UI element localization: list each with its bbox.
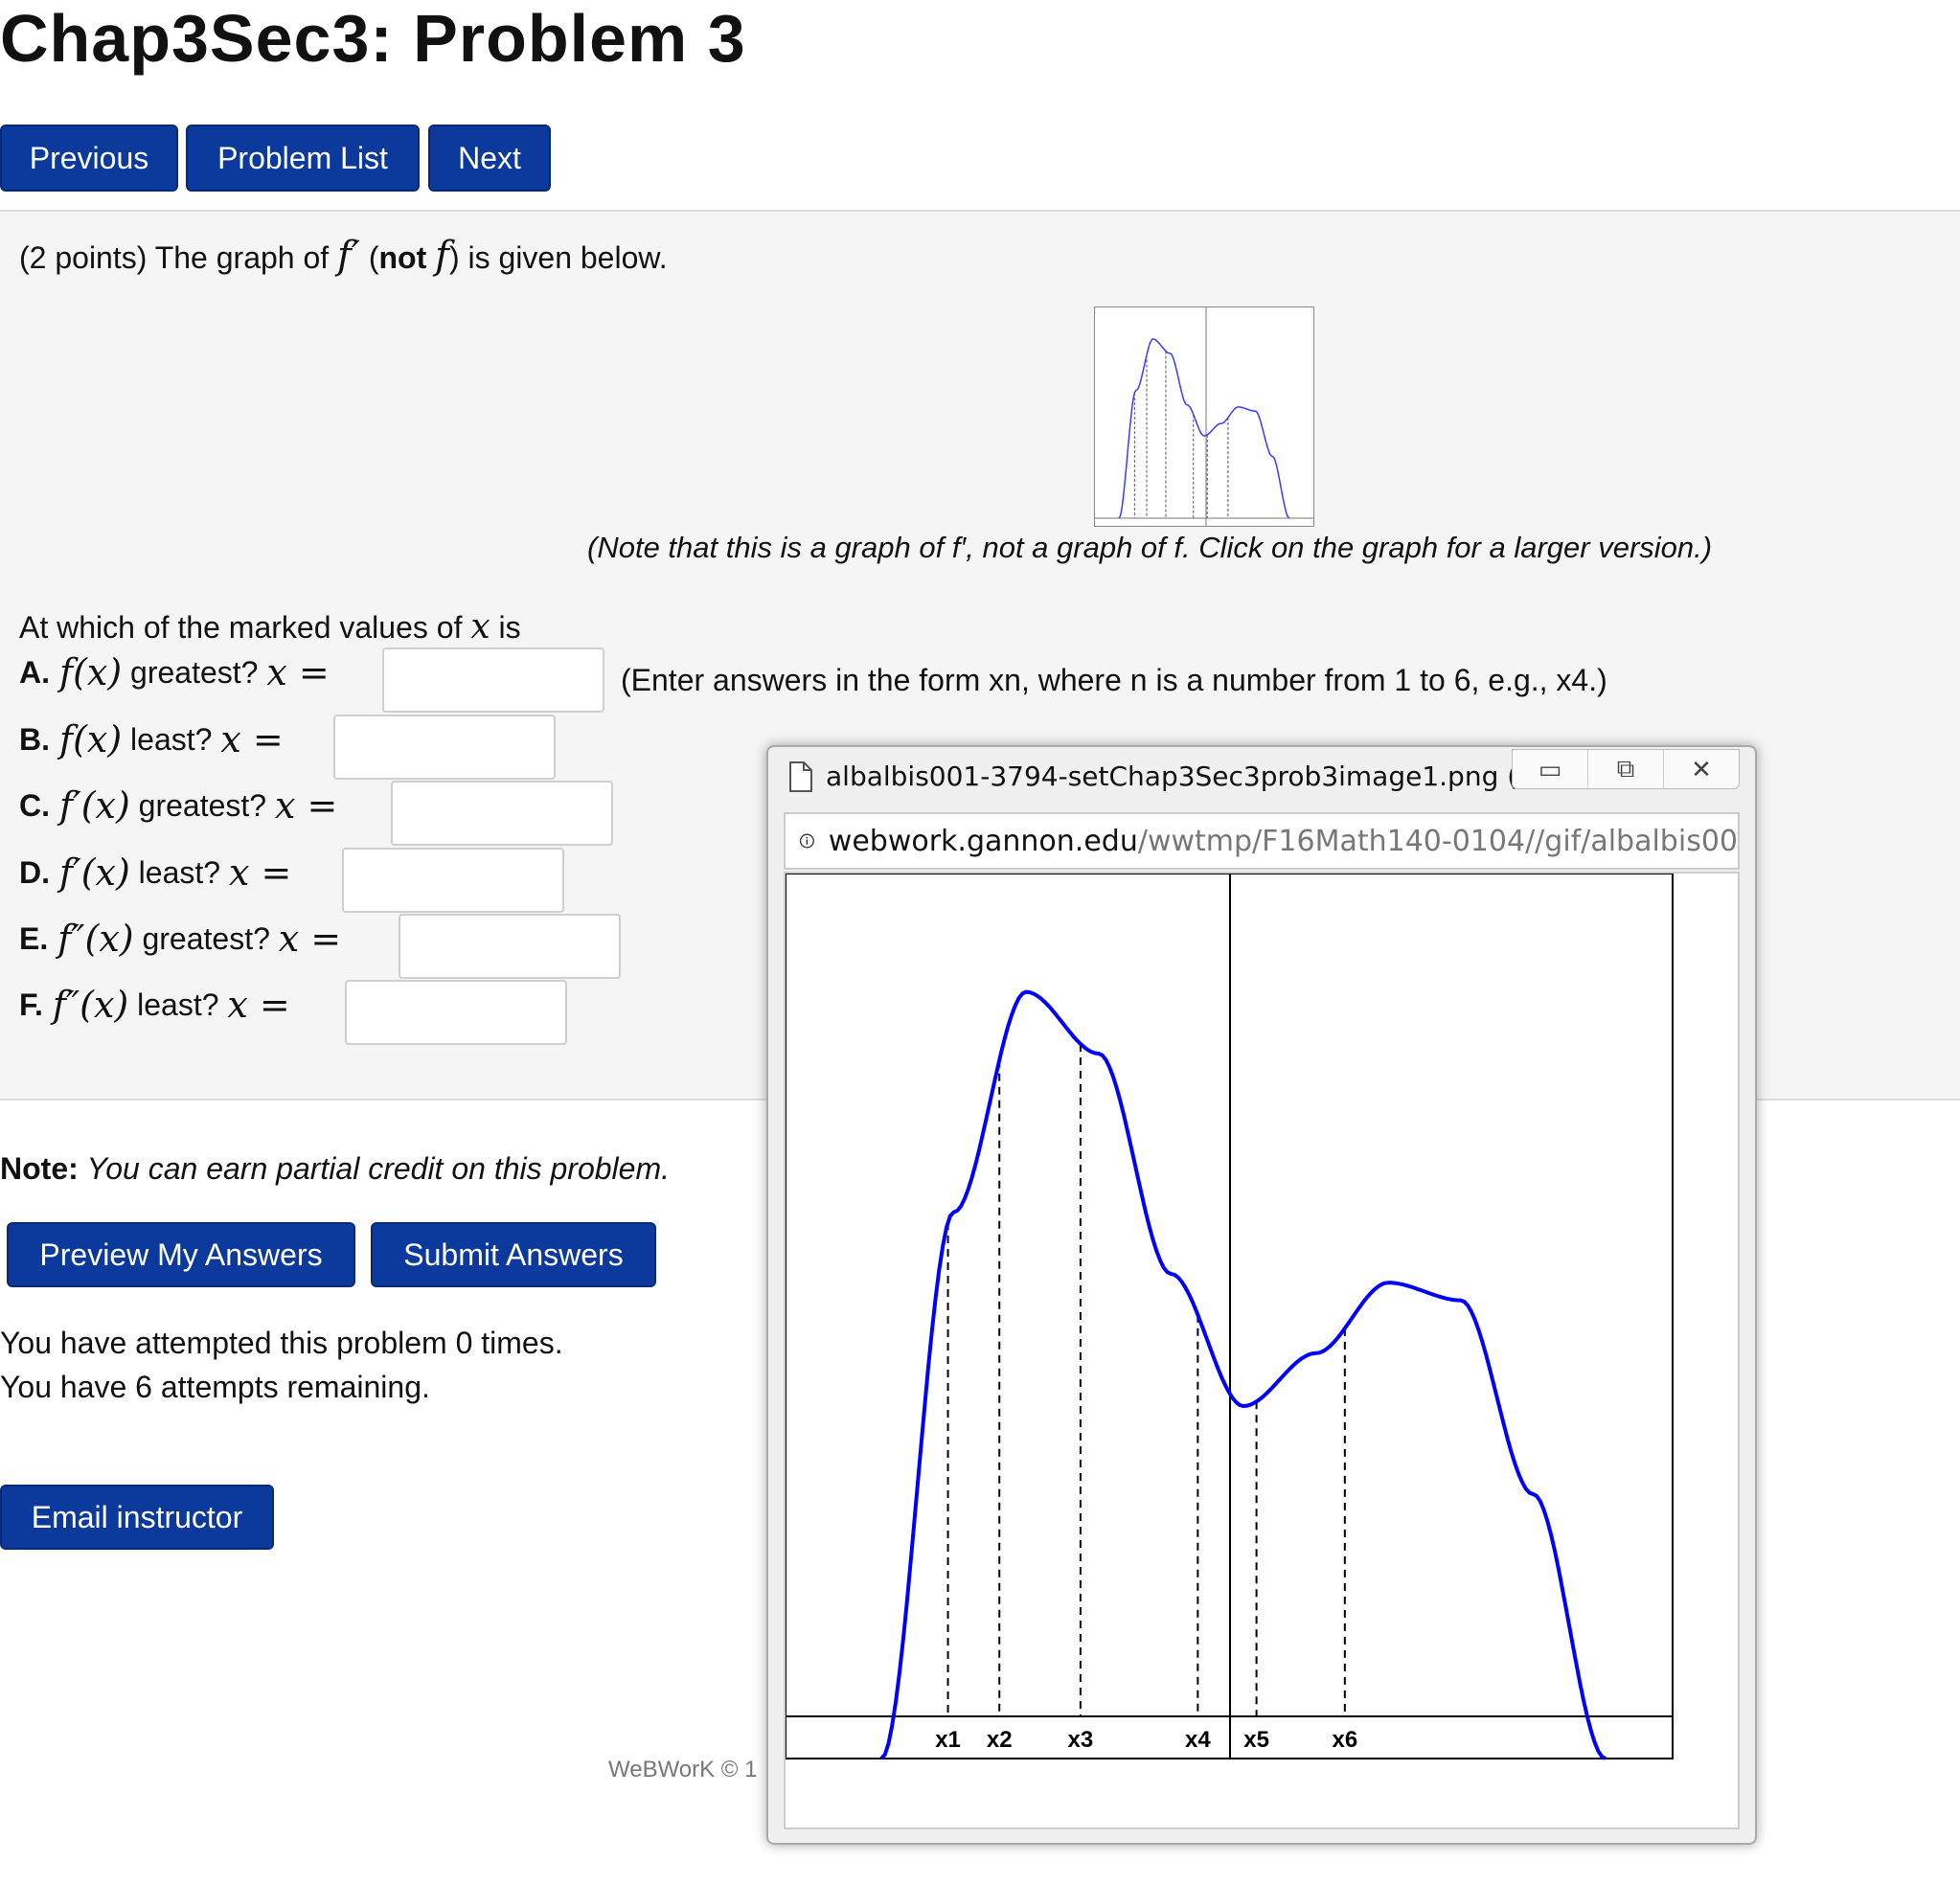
question-var: x (470, 607, 490, 647)
fprime-graph: x1 x2 x3 x4 x5 x6 (785, 873, 1674, 1760)
part-letter: B. (19, 721, 50, 757)
part-word: greatest? (130, 654, 259, 690)
intro-f: f (435, 234, 449, 278)
intro-suffix: ) is given below. (448, 240, 668, 275)
answer-input-d[interactable] (342, 848, 564, 913)
part-eq: x = (274, 784, 338, 827)
problem-intro: (2 points) The graph of f′ (not f) is gi… (19, 234, 668, 278)
part-func: f(x) (59, 718, 123, 760)
part-d-row: D. f′(x) least? x = (19, 851, 291, 894)
part-eq: x = (228, 851, 292, 894)
answer-input-e[interactable] (399, 914, 621, 979)
part-func: f″(x) (57, 918, 134, 960)
part-word: greatest? (138, 787, 267, 823)
note: Note: You can earn partial credit on thi… (0, 1151, 670, 1187)
part-word: least? (138, 854, 221, 890)
part-func: f″(x) (52, 984, 129, 1026)
marker-label-x5: x5 (1243, 1727, 1269, 1753)
part-word: least? (130, 721, 213, 757)
email-instructor-button[interactable]: Email instructor (0, 1485, 274, 1550)
question-is: is (498, 610, 521, 645)
file-icon (789, 761, 812, 792)
note-label: Note: (0, 1151, 79, 1186)
part-a-row: A. f(x) greatest? x = (19, 651, 330, 693)
attempts-line-2: You have 6 attempts remaining. (0, 1370, 430, 1404)
part-e-row: E. f″(x) greatest? x = (19, 918, 341, 960)
url-host: webwork.gannon.edu (828, 824, 1138, 858)
question-stem: At which of the marked values of x is (19, 607, 521, 647)
address-bar[interactable]: webwork.gannon.edu/wwtmp/F16Math140-0104… (784, 812, 1740, 870)
close-icon[interactable]: ✕ (1664, 750, 1739, 788)
part-letter: A. (19, 654, 50, 690)
part-func: f(x) (59, 651, 123, 693)
preview-answers-button[interactable]: Preview My Answers (7, 1222, 355, 1287)
part-letter: E. (19, 920, 49, 956)
info-icon[interactable] (799, 826, 815, 856)
marker-label-x4: x4 (1185, 1727, 1211, 1753)
part-b-row: B. f(x) least? x = (19, 718, 284, 760)
part-eq: x = (278, 918, 342, 960)
answer-input-c[interactable] (391, 781, 613, 846)
marker-label-x6: x6 (1332, 1727, 1357, 1753)
window-controls: ▭ ⧉ ✕ (1512, 749, 1740, 789)
part-letter: F. (19, 987, 43, 1022)
thumbnail-svg (1095, 307, 1313, 526)
submit-answers-button[interactable]: Submit Answers (371, 1222, 656, 1287)
answer-input-a[interactable] (382, 647, 604, 713)
page-title: Chap3Sec3: Problem 3 (0, 1, 746, 76)
popup-image-area: x1 x2 x3 x4 x5 x6 (784, 872, 1740, 1829)
thumbnail-curve (1118, 338, 1290, 519)
part-func: f′(x) (59, 851, 130, 894)
enter-hint: (Enter answers in the form xn, where n i… (621, 663, 1607, 697)
image-popup-window[interactable]: albalbis001-3794-setChap3Sec3prob3image1… (766, 745, 1757, 1845)
restore-icon[interactable]: ⧉ (1588, 750, 1664, 788)
answer-input-f[interactable] (345, 980, 567, 1045)
minimize-icon[interactable]: ▭ (1513, 750, 1588, 788)
question-stem-text: At which of the marked values of (19, 610, 463, 645)
part-word: least? (137, 987, 219, 1022)
part-f-row: F. f″(x) least? x = (19, 984, 290, 1026)
marker-label-x3: x3 (1068, 1727, 1094, 1753)
url-path: /wwtmp/F16Math140-0104//gif/albalbis00 (1137, 824, 1738, 858)
marker-label-x2: x2 (987, 1727, 1013, 1753)
part-word: greatest? (142, 920, 270, 956)
part-letter: D. (19, 854, 50, 890)
part-c-row: C. f′(x) greatest? x = (19, 784, 337, 827)
intro-not: not (378, 240, 427, 275)
part-func: f′(x) (59, 784, 130, 827)
footer: WeBWorK © 1 (608, 1757, 758, 1782)
intro-prefix: (2 points) The graph of (19, 240, 330, 275)
part-eq: x = (227, 984, 290, 1026)
part-eq: x = (266, 651, 330, 693)
answer-input-b[interactable] (333, 715, 556, 780)
part-eq: x = (220, 718, 284, 760)
attempts-line-1: You have attempted this problem 0 times. (0, 1326, 563, 1360)
popup-title: albalbis001-3794-setChap3Sec3prob3image1… (826, 760, 1595, 792)
problem-list-button[interactable]: Problem List (186, 125, 420, 192)
next-button[interactable]: Next (428, 125, 551, 192)
note-text: You can earn partial credit on this prob… (86, 1151, 670, 1186)
graph-thumbnail[interactable] (1094, 306, 1314, 527)
intro-paren-open: ( (368, 240, 379, 275)
previous-button[interactable]: Previous (0, 125, 178, 192)
graph-note: (Note that this is a graph of f′, not a … (587, 531, 1713, 564)
part-letter: C. (19, 787, 50, 823)
intro-fprime: f′ (337, 234, 360, 278)
marker-label-x1: x1 (935, 1727, 961, 1753)
